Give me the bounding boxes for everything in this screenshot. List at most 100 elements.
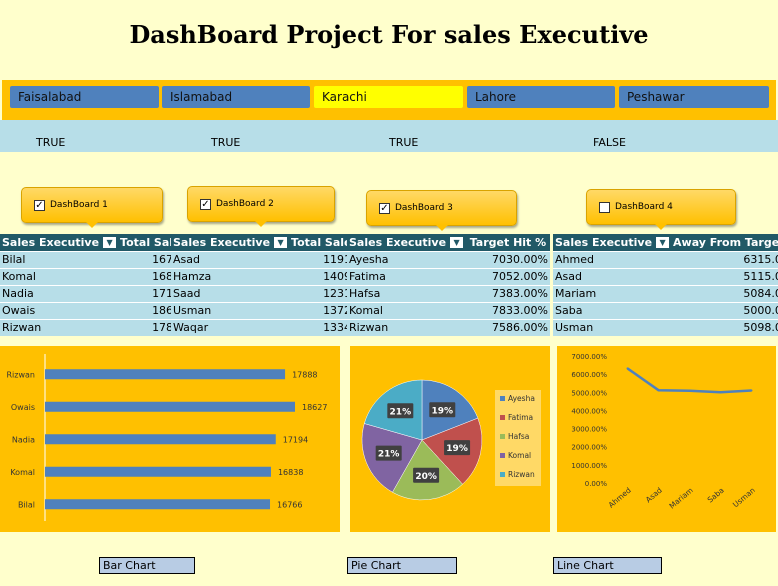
- legend-swatch: [500, 396, 505, 401]
- table-row: Komal 7833.00%: [347, 301, 550, 319]
- checkbox-icon[interactable]: ✓: [200, 198, 211, 210]
- bar-komal: [45, 466, 271, 477]
- filter-icon[interactable]: ▼: [656, 237, 670, 249]
- table-row: Usman 13722: [171, 301, 361, 319]
- table-row: Rizwan 7586.00%: [347, 318, 550, 336]
- cell-name: Komal: [347, 301, 468, 319]
- checkbox-dashboard-1[interactable]: ✓ DashBoard 1: [21, 187, 163, 228]
- away-from-target-table: Sales Executive▼Away From Target % Ahmed…: [553, 234, 778, 336]
- cell-value: 7586.00%: [467, 318, 550, 336]
- flag-2: TRUE: [211, 136, 241, 149]
- line-x-tick: Mariam: [667, 486, 694, 511]
- bar-data-label: 17888: [292, 370, 317, 379]
- line-x-tick: Usman: [731, 485, 757, 509]
- checkbox-icon[interactable]: ✓: [379, 202, 390, 214]
- cell-value: 5084.00%: [671, 284, 778, 302]
- cell-value: 7833.00%: [467, 301, 550, 319]
- line-y-tick: 3000.00%: [571, 426, 607, 434]
- line-point-mariam: [688, 389, 691, 392]
- cell-name: Owais: [0, 301, 119, 319]
- line-point-usman: [750, 389, 753, 392]
- slicer-item-faisalabad[interactable]: Faisalabad: [10, 86, 159, 108]
- flag-1: TRUE: [36, 136, 66, 149]
- legend-swatch: [500, 434, 505, 439]
- line-point-asad: [657, 389, 660, 392]
- line-x-tick: Ahmed: [607, 485, 633, 509]
- cell-name: Hafsa: [347, 284, 468, 302]
- sales-table-1: Sales Executive ▼ Total Sales Bilal 16766 K…: [0, 234, 190, 336]
- cell-name: Saba: [553, 301, 672, 319]
- table-row: Saad 12315: [171, 284, 361, 302]
- legend-swatch: [500, 453, 505, 458]
- cell-name: Mariam: [553, 284, 672, 302]
- checkbox-dashboard-4[interactable]: DashBoard 4: [586, 189, 736, 230]
- cell-name: Asad: [171, 250, 290, 268]
- cell-name: Usman: [171, 301, 290, 319]
- line-chart-panel: 0.00% 1000.00% 2000.00% 3000.00% 4000.00% 500…: [557, 346, 776, 532]
- pie-data-label: 19%: [432, 406, 454, 416]
- filter-icon[interactable]: ▼: [103, 237, 117, 249]
- line-chart: 0.00% 1000.00% 2000.00% 3000.00% 4000.00% 500…: [571, 353, 757, 511]
- table-row: Owais 18627: [0, 301, 190, 319]
- bar-chart: Bilal 16766 Komal 16838 Nadia 17194 Owais 18627…: [7, 354, 327, 521]
- table-row: Rizwan 17888: [0, 318, 190, 336]
- line-y-tick: 6000.00%: [571, 371, 607, 379]
- slicer-item-islamabad[interactable]: Islamabad: [162, 86, 310, 108]
- cell-value: 7052.00%: [467, 267, 550, 285]
- cell-value: 5115.00%: [671, 267, 778, 285]
- bar-bilal: [45, 499, 271, 510]
- pie-chart-button[interactable]: Pie Chart: [347, 557, 457, 574]
- legend-label: Hafsa: [508, 432, 529, 441]
- bar-chart-button[interactable]: Bar Chart: [99, 557, 195, 574]
- checkbox-label: DashBoard 2: [216, 199, 274, 209]
- column-header: Sales Executive ▼: [347, 234, 468, 251]
- cell-name: Ayesha: [347, 250, 468, 268]
- column-header: Away From Target %: [671, 234, 778, 251]
- table-row: Asad5115.00%: [553, 267, 778, 285]
- filter-icon[interactable]: ▼: [450, 237, 464, 249]
- bar-data-label: 16838: [278, 468, 303, 477]
- line-x-tick: Asad: [644, 485, 664, 504]
- bar-category-label: Bilal: [18, 500, 35, 509]
- line-y-tick: 2000.00%: [571, 444, 607, 452]
- bar-data-label: 17194: [283, 435, 308, 444]
- sales-table-2: Sales Executive ▼ Total Sales Asad 11913 Ha…: [171, 234, 361, 336]
- cell-value: 7030.00%: [467, 250, 550, 268]
- line-y-tick: 7000.00%: [571, 353, 607, 361]
- cell-value: 7383.00%: [467, 284, 550, 302]
- bar-category-label: Rizwan: [7, 370, 36, 379]
- checkbox-icon[interactable]: [599, 201, 610, 213]
- table-row: Nadia 17194: [0, 284, 190, 302]
- cell-value: 6315.00%: [671, 250, 778, 268]
- checkbox-label: DashBoard 4: [615, 202, 673, 212]
- legend-label: Rizwan: [508, 470, 535, 479]
- table-row: Waqar 13342: [171, 318, 361, 336]
- pie-chart-panel: 19% 19% 20% 21% 21% Ayesha Fatima Hafsa Komal Riz…: [350, 346, 550, 532]
- table-row: Ahmed6315.00%: [553, 250, 778, 268]
- line-x-tick: Saba: [706, 486, 726, 505]
- table-row: Hafsa 7383.00%: [347, 284, 550, 302]
- line-y-tick: 1000.00%: [571, 462, 607, 470]
- line-y-tick: 0.00%: [585, 480, 608, 488]
- bar-chart-panel: Bilal 16766 Komal 16838 Nadia 17194 Owais 18627…: [0, 346, 340, 532]
- checkbox-dashboard-3[interactable]: ✓ DashBoard 3: [366, 190, 517, 231]
- line-chart-button[interactable]: Line Chart: [553, 557, 662, 574]
- line-y-tick: 5000.00%: [571, 389, 607, 397]
- column-header: Sales Executive ▼: [171, 234, 290, 251]
- checkbox-dashboard-2[interactable]: ✓ DashBoard 2: [187, 186, 335, 227]
- flag-3: TRUE: [389, 136, 419, 149]
- slicer-item-karachi[interactable]: Karachi: [314, 86, 463, 108]
- slicer-item-lahore[interactable]: Lahore: [467, 86, 615, 108]
- checkbox-label: DashBoard 3: [395, 203, 453, 213]
- cell-value: 5000.00%: [671, 301, 778, 319]
- cell-name: Fatima: [347, 267, 468, 285]
- cell-name: Saad: [171, 284, 290, 302]
- checkbox-icon[interactable]: ✓: [34, 199, 45, 211]
- pie-data-label: 21%: [378, 450, 400, 460]
- legend-label: Fatima: [508, 413, 533, 422]
- filter-icon[interactable]: ▼: [274, 237, 288, 249]
- cell-name: Nadia: [0, 284, 119, 302]
- table-row: Bilal 16766: [0, 250, 190, 268]
- table-row: Usman5098.00%: [553, 318, 778, 336]
- slicer-item-peshawar[interactable]: Peshawar: [619, 86, 769, 108]
